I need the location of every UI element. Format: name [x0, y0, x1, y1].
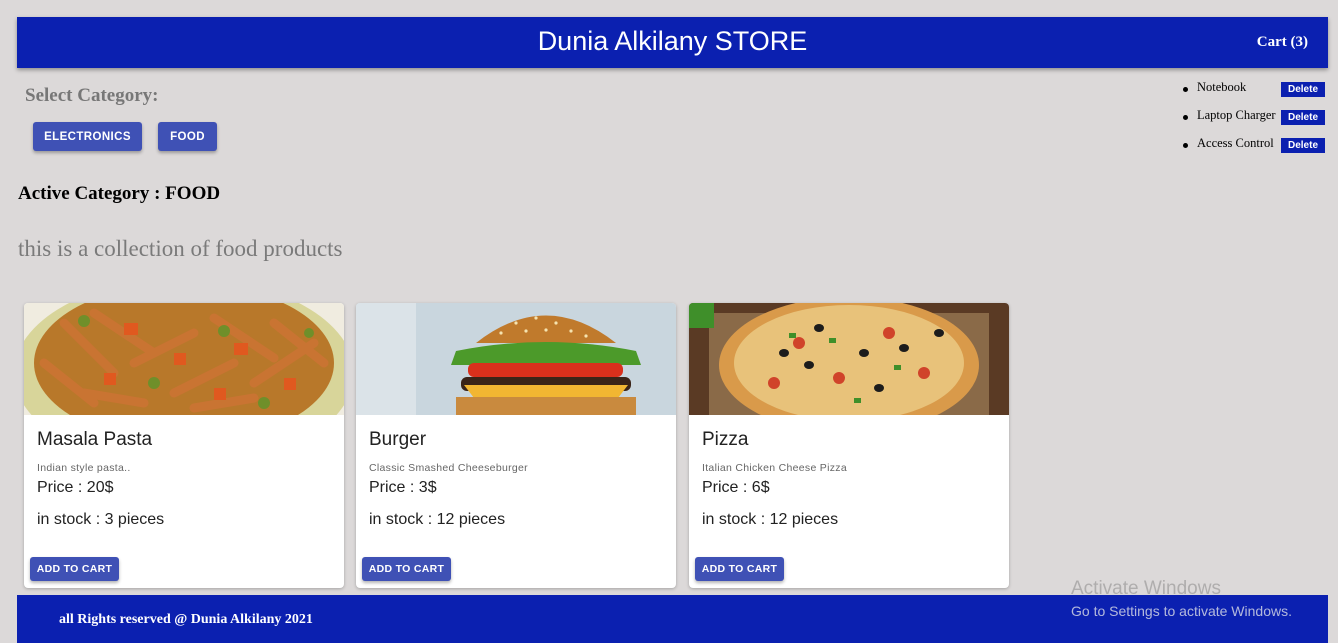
- product-card: Burger Classic Smashed Cheeseburger Pric…: [356, 303, 676, 588]
- product-description: Classic Smashed Cheeseburger: [369, 462, 528, 474]
- cart-item: Laptop Charger Delete: [1183, 108, 1333, 136]
- category-button-electronics[interactable]: ELECTRONICS: [33, 122, 142, 151]
- product-description: Italian Chicken Cheese Pizza: [702, 462, 847, 474]
- product-image-pizza: [689, 303, 1009, 415]
- add-to-cart-button[interactable]: ADD TO CART: [695, 557, 784, 581]
- product-image-burger: [356, 303, 676, 415]
- active-category-label: Active Category : FOOD: [18, 183, 221, 204]
- cart-item: Access Control Delete: [1183, 136, 1333, 164]
- app-header: Dunia Alkilany STORE Cart (3): [17, 17, 1328, 68]
- delete-button[interactable]: Delete: [1281, 82, 1325, 97]
- cart-item: Notebook Delete: [1183, 80, 1333, 108]
- bullet-icon: [1183, 115, 1188, 120]
- add-to-cart-button[interactable]: ADD TO CART: [362, 557, 451, 581]
- cart-item-list: Notebook Delete Laptop Charger Delete Ac…: [1183, 80, 1333, 164]
- product-image-pasta: [24, 303, 344, 415]
- cart-link[interactable]: Cart (3): [1257, 34, 1308, 51]
- delete-button[interactable]: Delete: [1281, 138, 1325, 153]
- product-name: Pizza: [702, 429, 749, 450]
- product-name: Masala Pasta: [37, 429, 153, 450]
- bullet-icon: [1183, 87, 1188, 92]
- product-stock: in stock : 12 pieces: [369, 511, 506, 528]
- store-title: Dunia Alkilany STORE: [537, 26, 808, 56]
- delete-button[interactable]: Delete: [1281, 110, 1325, 125]
- product-card: Masala Pasta Indian style pasta.. Price …: [24, 303, 344, 588]
- product-description: Indian style pasta..: [37, 462, 131, 474]
- product-stock: in stock : 3 pieces: [37, 511, 165, 528]
- cart-item-name: Access Control: [1197, 136, 1274, 150]
- activate-windows-subtitle: Go to Settings to activate Windows.: [1071, 603, 1292, 619]
- product-price: Price : 3$: [369, 479, 437, 496]
- product-stock: in stock : 12 pieces: [702, 511, 839, 528]
- product-name: Burger: [369, 429, 427, 450]
- product-card: Pizza Italian Chicken Cheese Pizza Price…: [689, 303, 1009, 588]
- select-category-heading: Select Category:: [25, 85, 159, 106]
- bullet-icon: [1183, 143, 1188, 148]
- product-price: Price : 6$: [702, 479, 770, 496]
- add-to-cart-button[interactable]: ADD TO CART: [30, 557, 119, 581]
- footer-copyright: all Rights reserved @ Dunia Alkilany 202…: [59, 612, 313, 627]
- category-description: this is a collection of food products: [18, 236, 343, 261]
- product-price: Price : 20$: [37, 479, 114, 496]
- cart-item-name: Laptop Charger: [1197, 108, 1276, 122]
- cart-item-name: Notebook: [1197, 80, 1247, 94]
- activate-windows-title: Activate Windows: [1071, 578, 1221, 599]
- category-button-food[interactable]: FOOD: [158, 122, 217, 151]
